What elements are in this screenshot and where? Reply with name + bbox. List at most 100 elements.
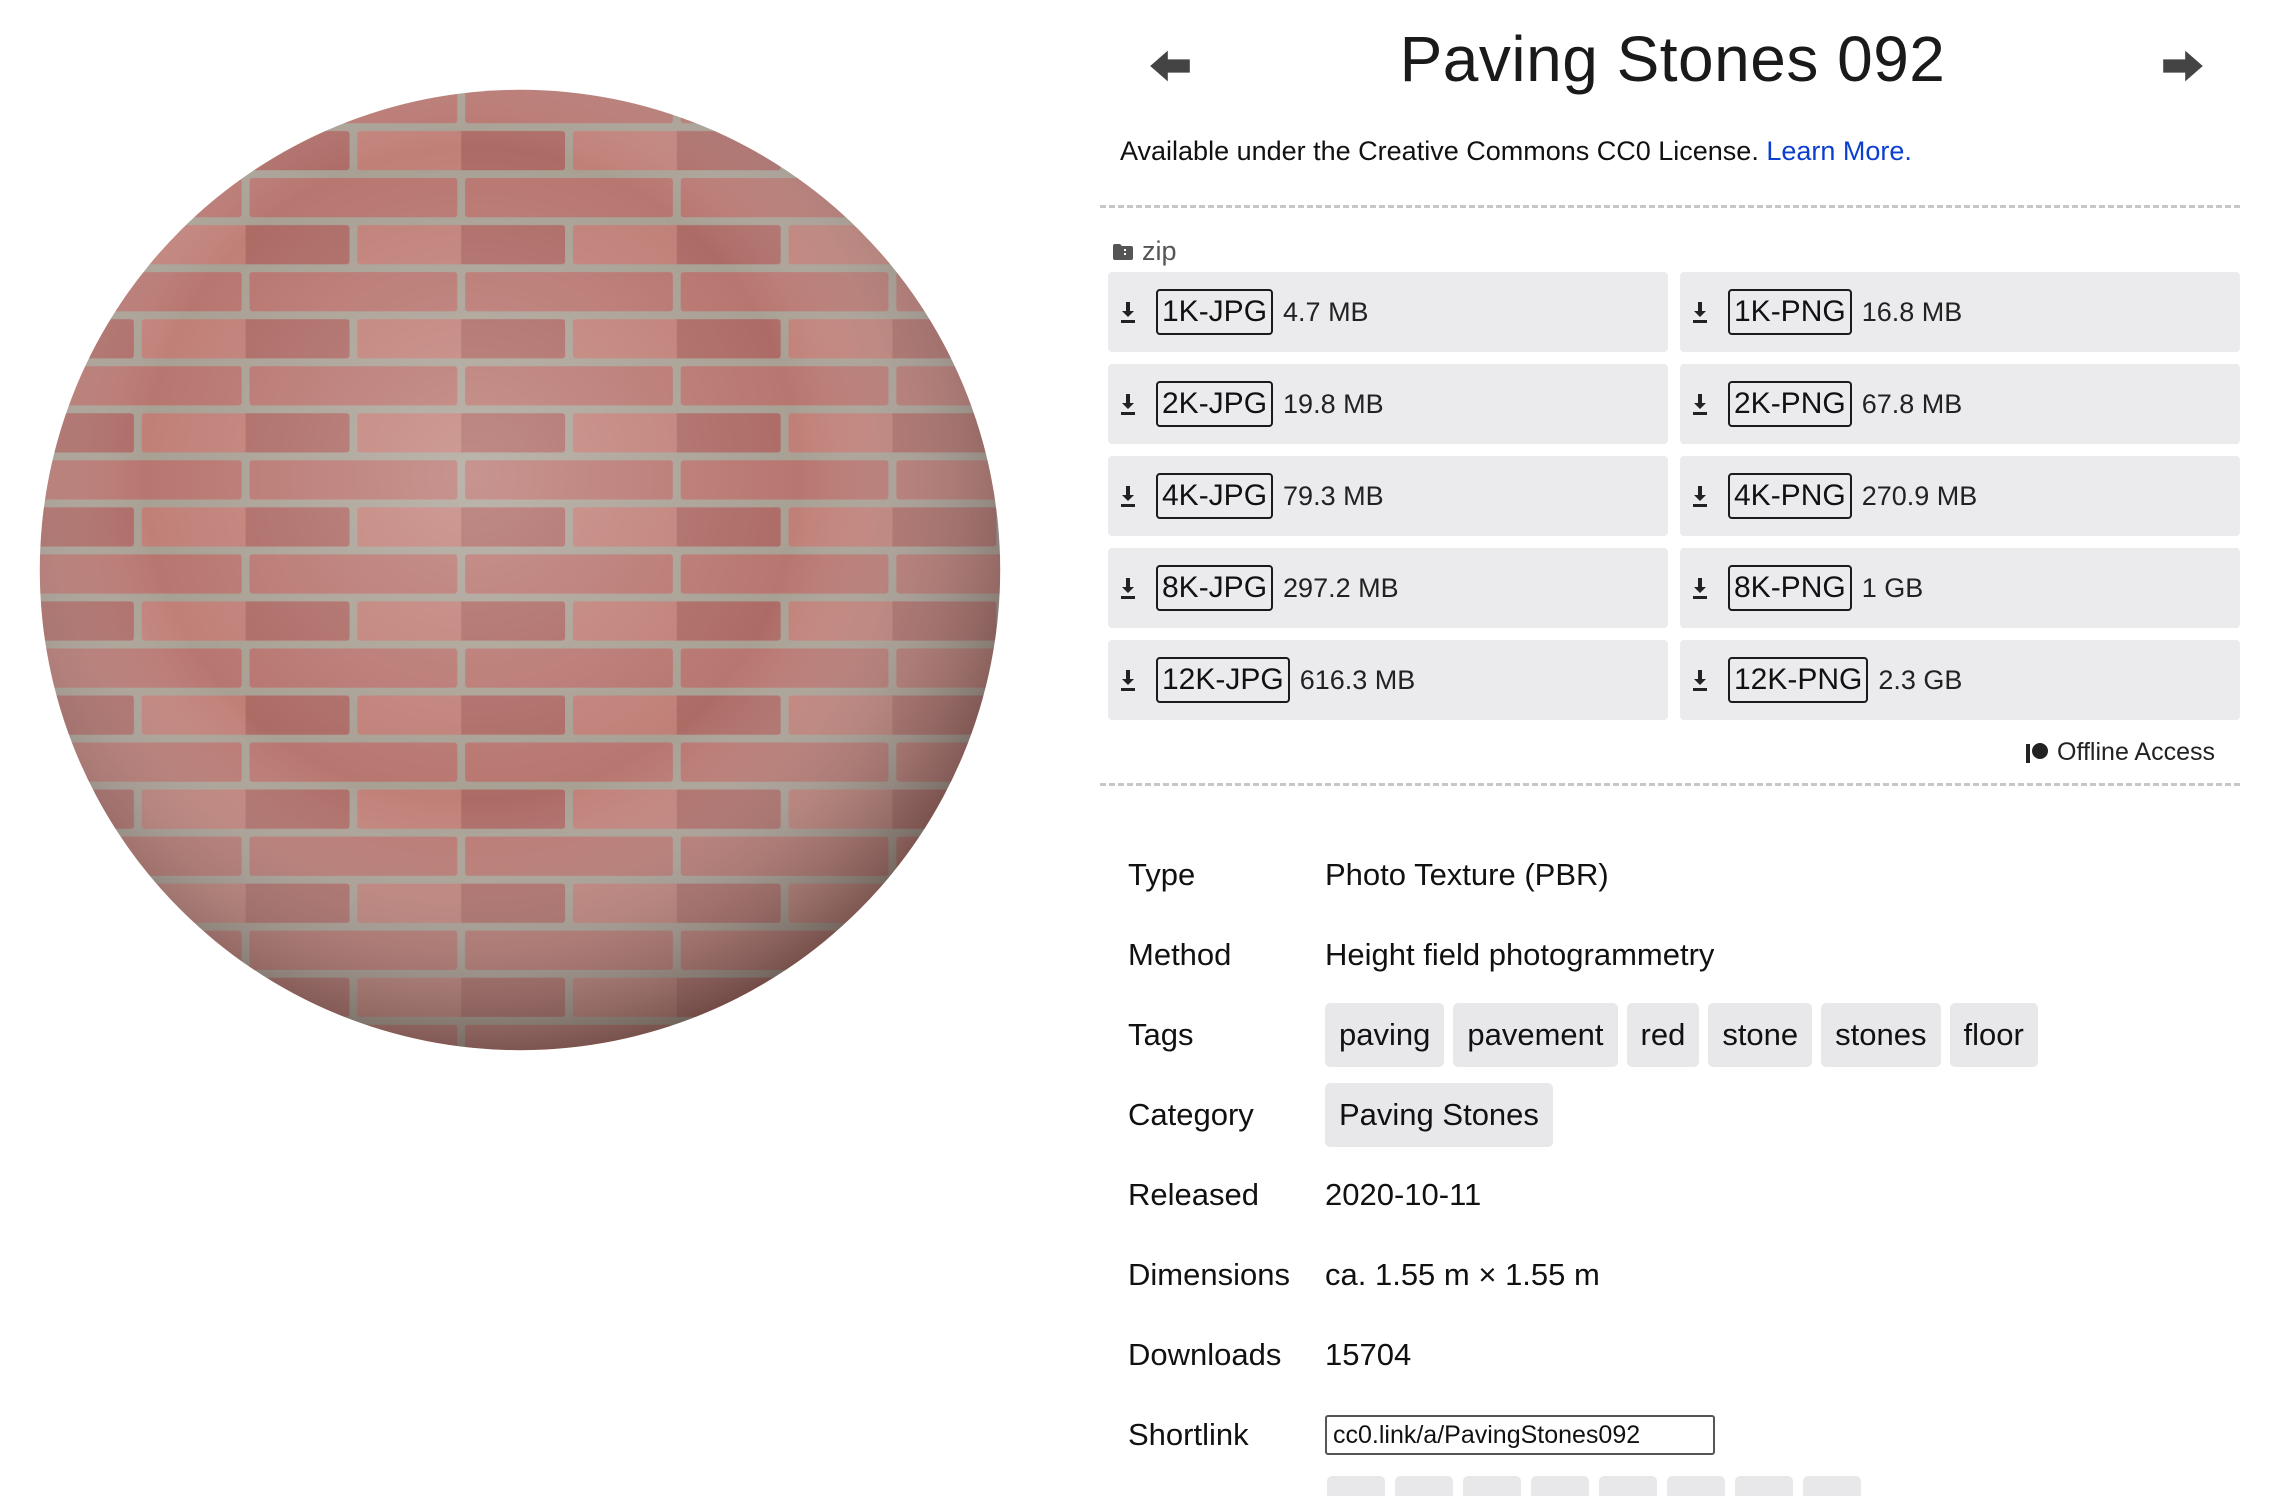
cut-off-button[interactable] [1599,1476,1657,1496]
download-format-label: 12K-PNG [1728,657,1869,703]
tag-stones[interactable]: stones [1821,1003,1941,1067]
download-icon [1690,575,1714,601]
info-row-released: Released 2020-10-11 [1128,1155,2228,1235]
download-icon [1118,667,1142,693]
download-format-label: 4K-JPG [1156,473,1274,519]
download-format-label: 8K-JPG [1156,565,1274,611]
download-2k-png-button[interactable]: 2K-PNG 67.8 MB [1680,364,2240,444]
type-value: Photo Texture (PBR) [1325,857,1609,892]
info-row-type: Type Photo Texture (PBR) [1128,835,2228,915]
category-container: Paving Stones [1325,1083,1553,1147]
tag-stone[interactable]: stone [1708,1003,1813,1067]
download-format-label: 12K-JPG [1156,657,1290,703]
cut-off-button[interactable] [1735,1476,1793,1496]
patreon-icon [2026,742,2049,763]
download-4k-jpg-button[interactable]: 4K-JPG 79.3 MB [1108,456,1668,536]
material-preview-sphere [30,80,1010,1060]
offline-access-label: Offline Access [2057,738,2215,766]
dimensions-value: ca. 1.55 m × 1.55 m [1325,1257,1600,1292]
download-icon [1118,483,1142,509]
download-grid: 1K-JPG 4.7 MB 1K-PNG 16.8 MB 2K-JPG 19.8… [1108,272,2240,720]
download-icon [1690,483,1714,509]
download-size: 19.8 MB [1283,388,1384,419]
download-icon [1118,299,1142,325]
download-8k-png-button[interactable]: 8K-PNG 1 GB [1680,548,2240,628]
download-size: 16.8 MB [1861,296,1963,327]
info-label: Category [1128,1097,1254,1132]
download-4k-png-button[interactable]: 4K-PNG 270.9 MB [1680,456,2240,536]
method-value: Height field photogrammetry [1325,937,1715,972]
download-format-label: 1K-PNG [1728,289,1852,335]
category-link[interactable]: Paving Stones [1325,1083,1553,1147]
info-label: Shortlink [1128,1417,1249,1452]
download-icon [1690,391,1714,417]
brick-sphere-image [39,89,1001,1051]
tag-paving[interactable]: paving [1325,1003,1445,1067]
zip-group-label: zip [1112,236,1177,267]
offline-access-link[interactable]: Offline Access [2025,738,2215,767]
download-size: 616.3 MB [1299,664,1416,695]
download-size: 4.7 MB [1283,296,1369,327]
shortlink-input[interactable] [1325,1415,1715,1455]
download-format-label: 1K-JPG [1156,289,1274,335]
info-label: Dimensions [1128,1257,1290,1292]
cut-off-button[interactable] [1327,1476,1385,1496]
partially-visible-buttons [1327,1476,1861,1496]
downloads-count: 15704 [1325,1337,1412,1372]
info-row-method: Method Height field photogrammetry [1128,915,2228,995]
info-row-downloads: Downloads 15704 [1128,1315,2228,1395]
cut-off-button[interactable] [1395,1476,1453,1496]
download-size: 67.8 MB [1861,388,1963,419]
info-label: Type [1128,857,1196,892]
download-format-label: 8K-PNG [1728,565,1852,611]
download-size: 2.3 GB [1878,664,1963,695]
page-title: Paving Stones 092 [1399,23,1946,95]
tag-red[interactable]: red [1626,1003,1700,1067]
download-1k-png-button[interactable]: 1K-PNG 16.8 MB [1680,272,2240,352]
material-info-table: Type Photo Texture (PBR) Method Height f… [1128,835,2228,1475]
tag-pavement[interactable]: pavement [1453,1003,1618,1067]
download-size: 1 GB [1861,572,1924,603]
download-format-label: 2K-PNG [1728,381,1852,427]
released-value: 2020-10-11 [1325,1177,1482,1212]
arrow-right-icon [2163,50,2203,82]
cut-off-button[interactable] [1463,1476,1521,1496]
download-12k-png-button[interactable]: 12K-PNG 2.3 GB [1680,640,2240,720]
download-format-label: 4K-PNG [1728,473,1852,519]
cut-off-button[interactable] [1531,1476,1589,1496]
download-icon [1690,667,1714,693]
tag-floor[interactable]: floor [1949,1003,2038,1067]
download-size: 270.9 MB [1861,480,1978,511]
shortlink-container [1325,1415,1715,1455]
info-label: Tags [1128,1017,1194,1052]
zip-label-text: zip [1142,236,1177,266]
learn-more-link[interactable]: Learn More. [1766,136,1912,166]
license-text: Available under the Creative Commons CC0… [1120,136,1759,166]
info-row-shortlink: Shortlink [1128,1395,2228,1475]
download-icon [1118,575,1142,601]
next-material-button[interactable] [2153,36,2213,96]
download-size: 297.2 MB [1283,572,1399,603]
page-header: Paving Stones 092 [1100,0,2245,125]
download-2k-jpg-button[interactable]: 2K-JPG 19.8 MB [1108,364,1668,444]
info-row-tags: Tags paving pavement red stone stones fl… [1128,995,2228,1075]
material-details-panel: Paving Stones 092 Available under the Cr… [1100,0,2245,1488]
info-label: Downloads [1128,1337,1282,1372]
download-icon [1690,299,1714,325]
cut-off-button[interactable] [1803,1476,1861,1496]
download-icon [1118,391,1142,417]
download-12k-jpg-button[interactable]: 12K-JPG 616.3 MB [1108,640,1668,720]
license-notice: Available under the Creative Commons CC0… [1120,136,1912,167]
folder-zip-icon [1113,243,1133,260]
download-format-label: 2K-JPG [1156,381,1274,427]
info-label: Method [1128,937,1232,972]
tag-list: paving pavement red stone stones floor [1325,1003,2038,1067]
info-row-dimensions: Dimensions ca. 1.55 m × 1.55 m [1128,1235,2228,1315]
divider [1100,783,2240,786]
cut-off-button[interactable] [1667,1476,1725,1496]
info-row-category: Category Paving Stones [1128,1075,2228,1155]
download-size: 79.3 MB [1283,480,1384,511]
download-8k-jpg-button[interactable]: 8K-JPG 297.2 MB [1108,548,1668,628]
info-label: Released [1128,1177,1259,1212]
download-1k-jpg-button[interactable]: 1K-JPG 4.7 MB [1108,272,1668,352]
